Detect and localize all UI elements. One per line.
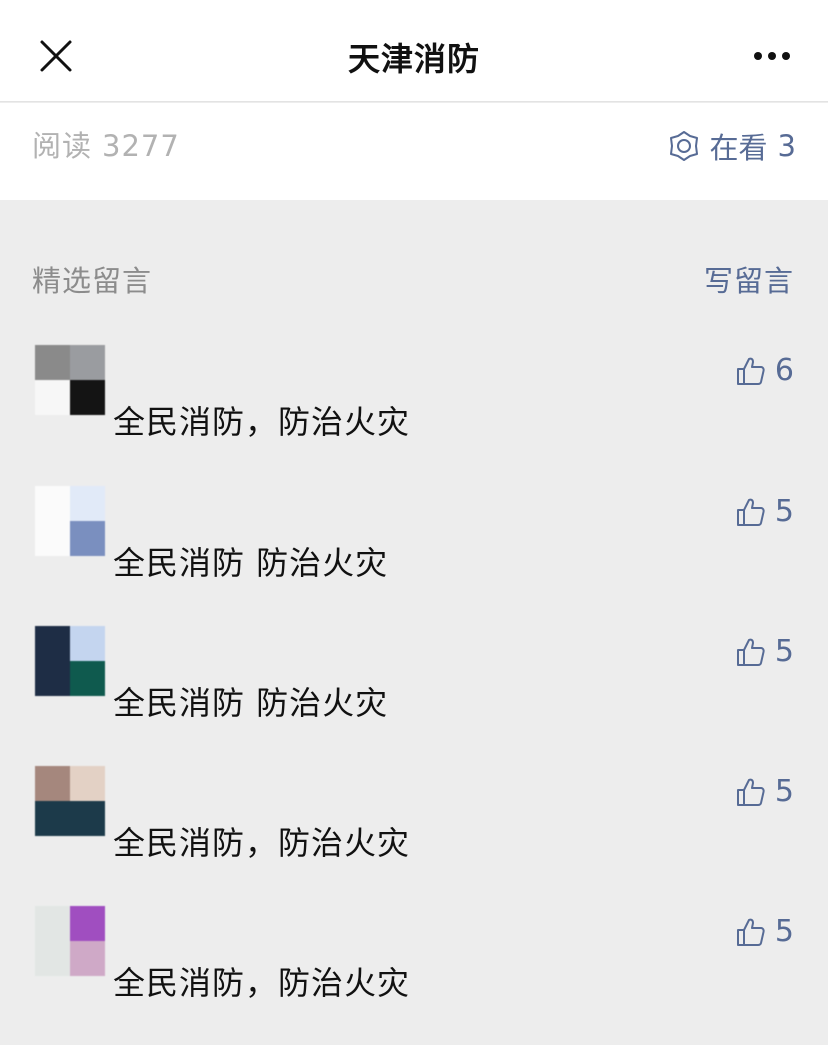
like-button[interactable]: 5 bbox=[735, 494, 794, 529]
avatar-tile bbox=[70, 661, 105, 696]
comment-text: 全民消防，防治火灾 bbox=[113, 824, 411, 862]
like-count: 5 bbox=[774, 634, 794, 669]
avatar-tile bbox=[70, 380, 105, 415]
avatar-tile bbox=[70, 521, 105, 556]
avatar-tile bbox=[70, 626, 105, 661]
comment-item[interactable]: 全民消防，防治火灾 5 bbox=[0, 906, 828, 1036]
write-comment-button[interactable]: 写留言 bbox=[704, 258, 794, 300]
thumbs-up-icon bbox=[736, 638, 765, 666]
avatar-tile bbox=[70, 766, 105, 801]
comment-item[interactable]: 全民消防 防治火灾 5 bbox=[0, 486, 828, 616]
thumbs-up-icon bbox=[736, 918, 765, 946]
avatar-tile bbox=[70, 941, 105, 976]
avatar-tile bbox=[35, 941, 70, 976]
watching-count: 3 bbox=[777, 129, 796, 163]
comments-header: 精选留言 写留言 bbox=[32, 258, 794, 298]
thumbs-up-icon bbox=[736, 498, 765, 526]
like-button[interactable]: 5 bbox=[735, 634, 794, 669]
comment-text: 全民消防 防治火灾 bbox=[113, 684, 389, 722]
avatar-tile bbox=[35, 626, 70, 661]
avatar-tile bbox=[70, 345, 105, 380]
watching-label: 在看 bbox=[709, 131, 768, 165]
avatar-tile bbox=[70, 906, 105, 941]
read-count: 阅读 3277 bbox=[32, 123, 180, 165]
thumbs-up-icon bbox=[736, 778, 765, 806]
comment-item[interactable]: 全民消防，防治火灾 5 bbox=[0, 766, 828, 896]
like-count: 5 bbox=[774, 774, 794, 809]
avatar-tile bbox=[70, 486, 105, 521]
avatar-tile bbox=[35, 661, 70, 696]
comment-text: 全民消防，防治火灾 bbox=[113, 964, 411, 1002]
stats-bar: 阅读 3277 在看 3 bbox=[0, 103, 828, 200]
avatar-tile bbox=[35, 521, 70, 556]
avatar-tile bbox=[35, 345, 70, 380]
comment-item[interactable]: 全民消防 防治火灾 5 bbox=[0, 626, 828, 756]
navbar: 天津消防 bbox=[0, 0, 828, 102]
thumbs-up-icon bbox=[736, 357, 765, 385]
watching-button[interactable]: 在看 3 bbox=[668, 125, 796, 167]
comment-text: 全民消防，防治火灾 bbox=[113, 403, 411, 441]
like-count: 5 bbox=[774, 914, 794, 949]
like-button[interactable]: 6 bbox=[735, 353, 794, 388]
avatar-tile bbox=[35, 766, 70, 801]
avatar[interactable] bbox=[35, 486, 105, 556]
comment-text: 全民消防 防治火灾 bbox=[113, 544, 389, 582]
avatar[interactable] bbox=[35, 626, 105, 696]
avatar-tile bbox=[70, 801, 105, 836]
avatar[interactable] bbox=[35, 766, 105, 836]
avatar-tile bbox=[35, 906, 70, 941]
read-number: 3277 bbox=[102, 129, 180, 163]
watching-icon bbox=[669, 131, 698, 161]
like-button[interactable]: 5 bbox=[735, 914, 794, 949]
avatar-tile bbox=[35, 801, 70, 836]
read-label: 阅读 bbox=[32, 129, 93, 163]
avatar-tile bbox=[35, 486, 70, 521]
comment-item[interactable]: 全民消防，防治火灾 6 bbox=[0, 345, 828, 475]
avatar[interactable] bbox=[35, 345, 105, 415]
more-dots-icon[interactable] bbox=[752, 50, 792, 62]
avatar[interactable] bbox=[35, 906, 105, 976]
avatar-tile bbox=[35, 380, 70, 415]
comments-section-title: 精选留言 bbox=[32, 264, 153, 298]
page-title: 天津消防 bbox=[347, 40, 480, 78]
like-button[interactable]: 5 bbox=[735, 774, 794, 809]
like-count: 5 bbox=[774, 494, 794, 529]
like-count: 6 bbox=[774, 353, 794, 388]
